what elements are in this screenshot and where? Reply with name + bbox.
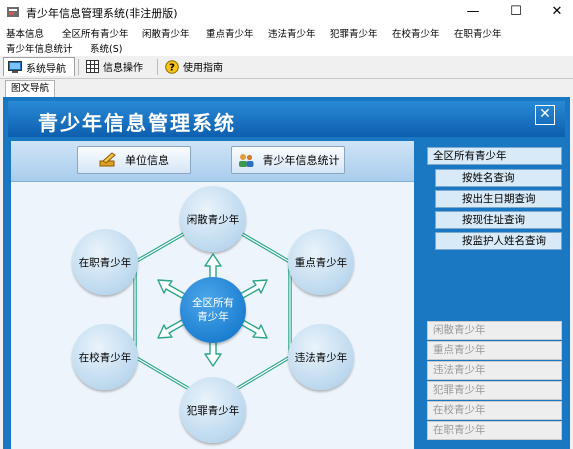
system-nav-label: 系统导航: [26, 63, 66, 75]
category-crime-youth[interactable]: 犯罪青少年: [427, 381, 562, 400]
menu-bar: 基本信息 全区所有青少年 闲散青少年 重点青少年 违法青少年 犯罪青少年 在校青…: [0, 24, 573, 56]
banner: 青少年信息管理系统 ✕: [8, 101, 565, 137]
center-label-line1: 全区所有: [192, 297, 234, 309]
help-icon: ?: [165, 59, 179, 74]
tab-strip: 图文导航: [0, 80, 573, 98]
menu-illegal-youth[interactable]: 违法青少年: [268, 26, 316, 40]
minimize-button[interactable]: —: [453, 0, 493, 24]
query-panel: 全区所有青少年 按姓名查询 按出生日期查询 按现住址查询 按监护人姓名查询 闲散…: [421, 141, 564, 449]
category-idle-youth[interactable]: 闲散青少年: [427, 321, 562, 340]
menu-school-youth[interactable]: 在校青少年: [392, 26, 440, 40]
info-operation-label: 信息操作: [103, 63, 143, 74]
query-by-address[interactable]: 按现住址查询: [435, 211, 562, 229]
menu-key-youth[interactable]: 重点青少年: [206, 26, 254, 40]
node-key-youth[interactable]: 重点青少年: [288, 229, 354, 295]
node-idle-youth[interactable]: 闲散青少年: [180, 186, 246, 252]
menu-crime-youth[interactable]: 犯罪青少年: [330, 26, 378, 40]
query-by-name[interactable]: 按姓名查询: [435, 169, 562, 187]
window-title: 青少年信息管理系统(非注册版): [26, 7, 178, 20]
category-employed-youth[interactable]: 在职青少年: [427, 421, 562, 440]
node-all-youth[interactable]: 全区所有 青少年: [180, 277, 246, 343]
system-nav-button[interactable]: 系统导航: [3, 57, 75, 76]
category-diagram: 闲散青少年 重点青少年 违法青少年 犯罪青少年 在校青少年 在职青少年 全区所有…: [11, 182, 414, 449]
people-icon: [238, 154, 253, 167]
all-youth-header[interactable]: 全区所有青少年: [427, 147, 562, 165]
menu-basic-info[interactable]: 基本信息: [6, 26, 44, 40]
youth-stats-label: 青少年信息统计: [262, 154, 340, 167]
banner-title: 青少年信息管理系统: [38, 111, 236, 135]
unit-info-label: 单位信息: [125, 154, 169, 167]
main-content: 青少年信息管理系统 ✕ 单位信息 青少年信息统计 闲散青少年 重点青少年 违法青…: [3, 97, 570, 449]
pencil-icon: [99, 152, 116, 167]
menu-all-youth[interactable]: 全区所有青少年: [62, 26, 129, 40]
toolbar: 系统导航 信息操作 ? 使用指南: [0, 56, 573, 79]
maximize-button[interactable]: ☐: [496, 0, 536, 24]
menu-system[interactable]: 系统(S): [90, 41, 122, 55]
node-school-youth[interactable]: 在校青少年: [72, 324, 138, 390]
monitor-icon: [8, 60, 22, 73]
app-icon: [7, 7, 19, 17]
tab-graphic-nav[interactable]: 图文导航: [5, 80, 56, 98]
action-bar: 单位信息 青少年信息统计: [11, 141, 414, 182]
user-guide-label: 使用指南: [183, 63, 223, 74]
grid-icon: [86, 60, 99, 73]
unit-info-button[interactable]: 单位信息: [77, 146, 191, 174]
close-button[interactable]: ✕: [537, 0, 573, 24]
query-by-birthdate[interactable]: 按出生日期查询: [435, 190, 562, 208]
query-by-guardian[interactable]: 按监护人姓名查询: [435, 232, 562, 250]
menu-youth-stats[interactable]: 青少年信息统计: [6, 41, 73, 55]
title-bar: 青少年信息管理系统(非注册版) — ☐ ✕: [0, 0, 573, 24]
category-key-youth[interactable]: 重点青少年: [427, 341, 562, 360]
close-icon[interactable]: ✕: [535, 105, 555, 125]
youth-stats-button[interactable]: 青少年信息统计: [231, 146, 345, 174]
menu-employed-youth[interactable]: 在职青少年: [454, 26, 502, 40]
category-illegal-youth[interactable]: 违法青少年: [427, 361, 562, 380]
user-guide-button[interactable]: ? 使用指南: [161, 57, 233, 76]
navigation-panel: 单位信息 青少年信息统计 闲散青少年 重点青少年 违法青少年 犯罪青少年 在校青…: [11, 141, 414, 449]
node-illegal-youth[interactable]: 违法青少年: [288, 324, 354, 390]
toolbar-divider: [157, 59, 158, 75]
menu-idle-youth[interactable]: 闲散青少年: [142, 26, 190, 40]
center-label-line2: 青少年: [197, 311, 229, 323]
node-crime-youth[interactable]: 犯罪青少年: [180, 377, 246, 443]
svg-text:?: ?: [169, 62, 175, 73]
info-operation-button[interactable]: 信息操作: [82, 57, 154, 76]
node-employed-youth[interactable]: 在职青少年: [72, 229, 138, 295]
toolbar-divider: [78, 59, 79, 75]
category-school-youth[interactable]: 在校青少年: [427, 401, 562, 420]
